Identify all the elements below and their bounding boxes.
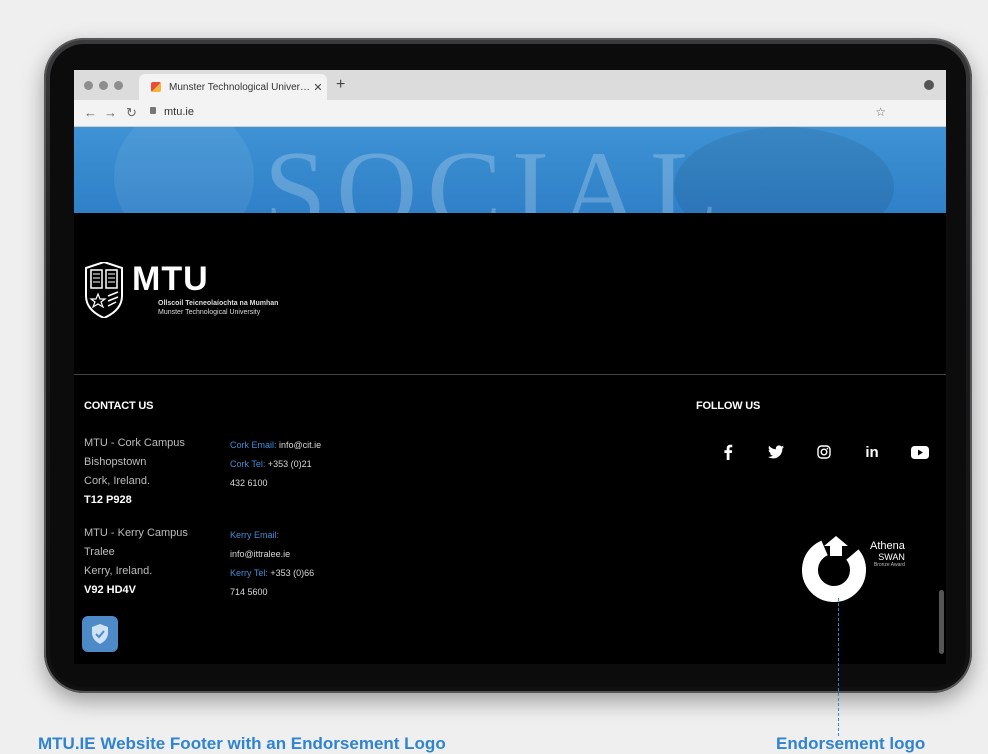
address-line: Kerry, Ireland. — [84, 565, 153, 577]
extension-icon[interactable] — [924, 80, 934, 90]
maximize-window-button[interactable] — [114, 81, 123, 90]
instagram-icon[interactable] — [800, 442, 848, 462]
campus-name: MTU - Kerry Campus — [84, 527, 188, 539]
facebook-icon[interactable] — [704, 442, 752, 462]
lock-icon — [150, 107, 156, 114]
kerry-tel-cont[interactable]: 714 5600 — [230, 583, 314, 602]
scrollbar-thumb[interactable] — [939, 590, 944, 654]
caption-right: Endorsement logo — [776, 734, 926, 753]
cork-tel-link[interactable]: +353 (0)21 — [268, 459, 312, 469]
minimize-window-button[interactable] — [99, 81, 108, 90]
tel-label: Cork Tel: — [230, 459, 266, 469]
cork-tel-cont[interactable]: 432 6100 — [230, 474, 321, 493]
address-line: Cork, Ireland. — [84, 475, 151, 487]
email-label: Cork Email: — [230, 440, 277, 450]
window-controls — [84, 81, 123, 90]
athena-swan-logo[interactable]: Athena SWAN Bronze Award — [802, 532, 932, 604]
shield-check-icon — [92, 624, 108, 644]
new-tab-button[interactable]: + — [336, 76, 345, 94]
award-level: Bronze Award — [873, 562, 905, 568]
contact-heading: CONTACT US — [84, 400, 154, 412]
email-label: Kerry Email: — [230, 530, 280, 540]
reload-icon[interactable]: ↻ — [126, 105, 137, 121]
privacy-shield-button[interactable] — [82, 616, 118, 652]
cork-contact: Cork Email: info@cit.ie Cork Tel: +353 (… — [230, 436, 321, 493]
address-bar-row: ← → ↻ mtu.ie ☆ — [74, 100, 946, 127]
logo-wordmark: MTU — [132, 260, 209, 298]
close-window-button[interactable] — [84, 81, 93, 90]
browser-window: Munster Technological Univer… ✕ + ← → ↻ … — [74, 70, 946, 664]
caption-left: MTU.IE Website Footer with an Endorsemen… — [38, 734, 446, 753]
swan-name: SWAN — [878, 552, 905, 562]
athena-swan-text: Athena SWAN Bronze Award — [870, 540, 905, 568]
cork-campus-address: MTU - Cork Campus Bishopstown Cork, Irel… — [84, 434, 185, 510]
tab-title: Munster Technological Univer… — [169, 81, 309, 93]
social-links: in — [704, 442, 944, 462]
tab-bar: Munster Technological Univer… ✕ + — [74, 70, 946, 100]
logo-english-name: Munster Technological University — [158, 309, 261, 316]
forward-icon[interactable]: → — [104, 105, 117, 120]
address-line: Bishopstown — [84, 456, 147, 468]
address-line: Tralee — [84, 546, 115, 558]
postcode: V92 HD4V — [84, 584, 136, 596]
campus-name: MTU - Cork Campus — [84, 437, 185, 449]
postcode: T12 P928 — [84, 494, 132, 506]
twitter-icon[interactable] — [752, 442, 800, 462]
gender-charter-ring-icon — [802, 536, 866, 602]
kerry-tel-link[interactable]: +353 (0)66 — [270, 568, 314, 578]
annotation-leader-line — [838, 598, 839, 736]
back-icon[interactable]: ← — [84, 105, 97, 120]
mtu-favicon-icon — [151, 82, 161, 92]
footer-divider — [74, 374, 946, 375]
kerry-email-link[interactable]: info@ittralee.ie — [230, 545, 314, 564]
kerry-contact: Kerry Email: info@ittralee.ie Kerry Tel:… — [230, 526, 314, 602]
mtu-crest-icon — [85, 262, 123, 318]
cork-email-link[interactable]: info@cit.ie — [279, 440, 321, 450]
bookmark-star-icon[interactable]: ☆ — [875, 105, 886, 119]
kerry-campus-address: MTU - Kerry Campus Tralee Kerry, Ireland… — [84, 524, 188, 600]
hero-banner: SOCIAL — [74, 127, 946, 213]
follow-heading: FOLLOW US — [696, 400, 761, 412]
hero-word: SOCIAL — [264, 129, 729, 213]
tab-close-icon[interactable]: ✕ — [309, 81, 327, 94]
linkedin-icon[interactable]: in — [848, 442, 896, 462]
url-field[interactable]: mtu.ie — [164, 106, 194, 118]
tel-label: Kerry Tel: — [230, 568, 268, 578]
logo-irish-name: Ollscoil Teicneolaíochta na Mumhan — [158, 300, 279, 307]
youtube-icon[interactable] — [896, 442, 944, 462]
hero-decoration — [114, 127, 254, 213]
athena-name: Athena — [870, 540, 905, 552]
browser-tab[interactable]: Munster Technological Univer… ✕ — [139, 74, 327, 100]
